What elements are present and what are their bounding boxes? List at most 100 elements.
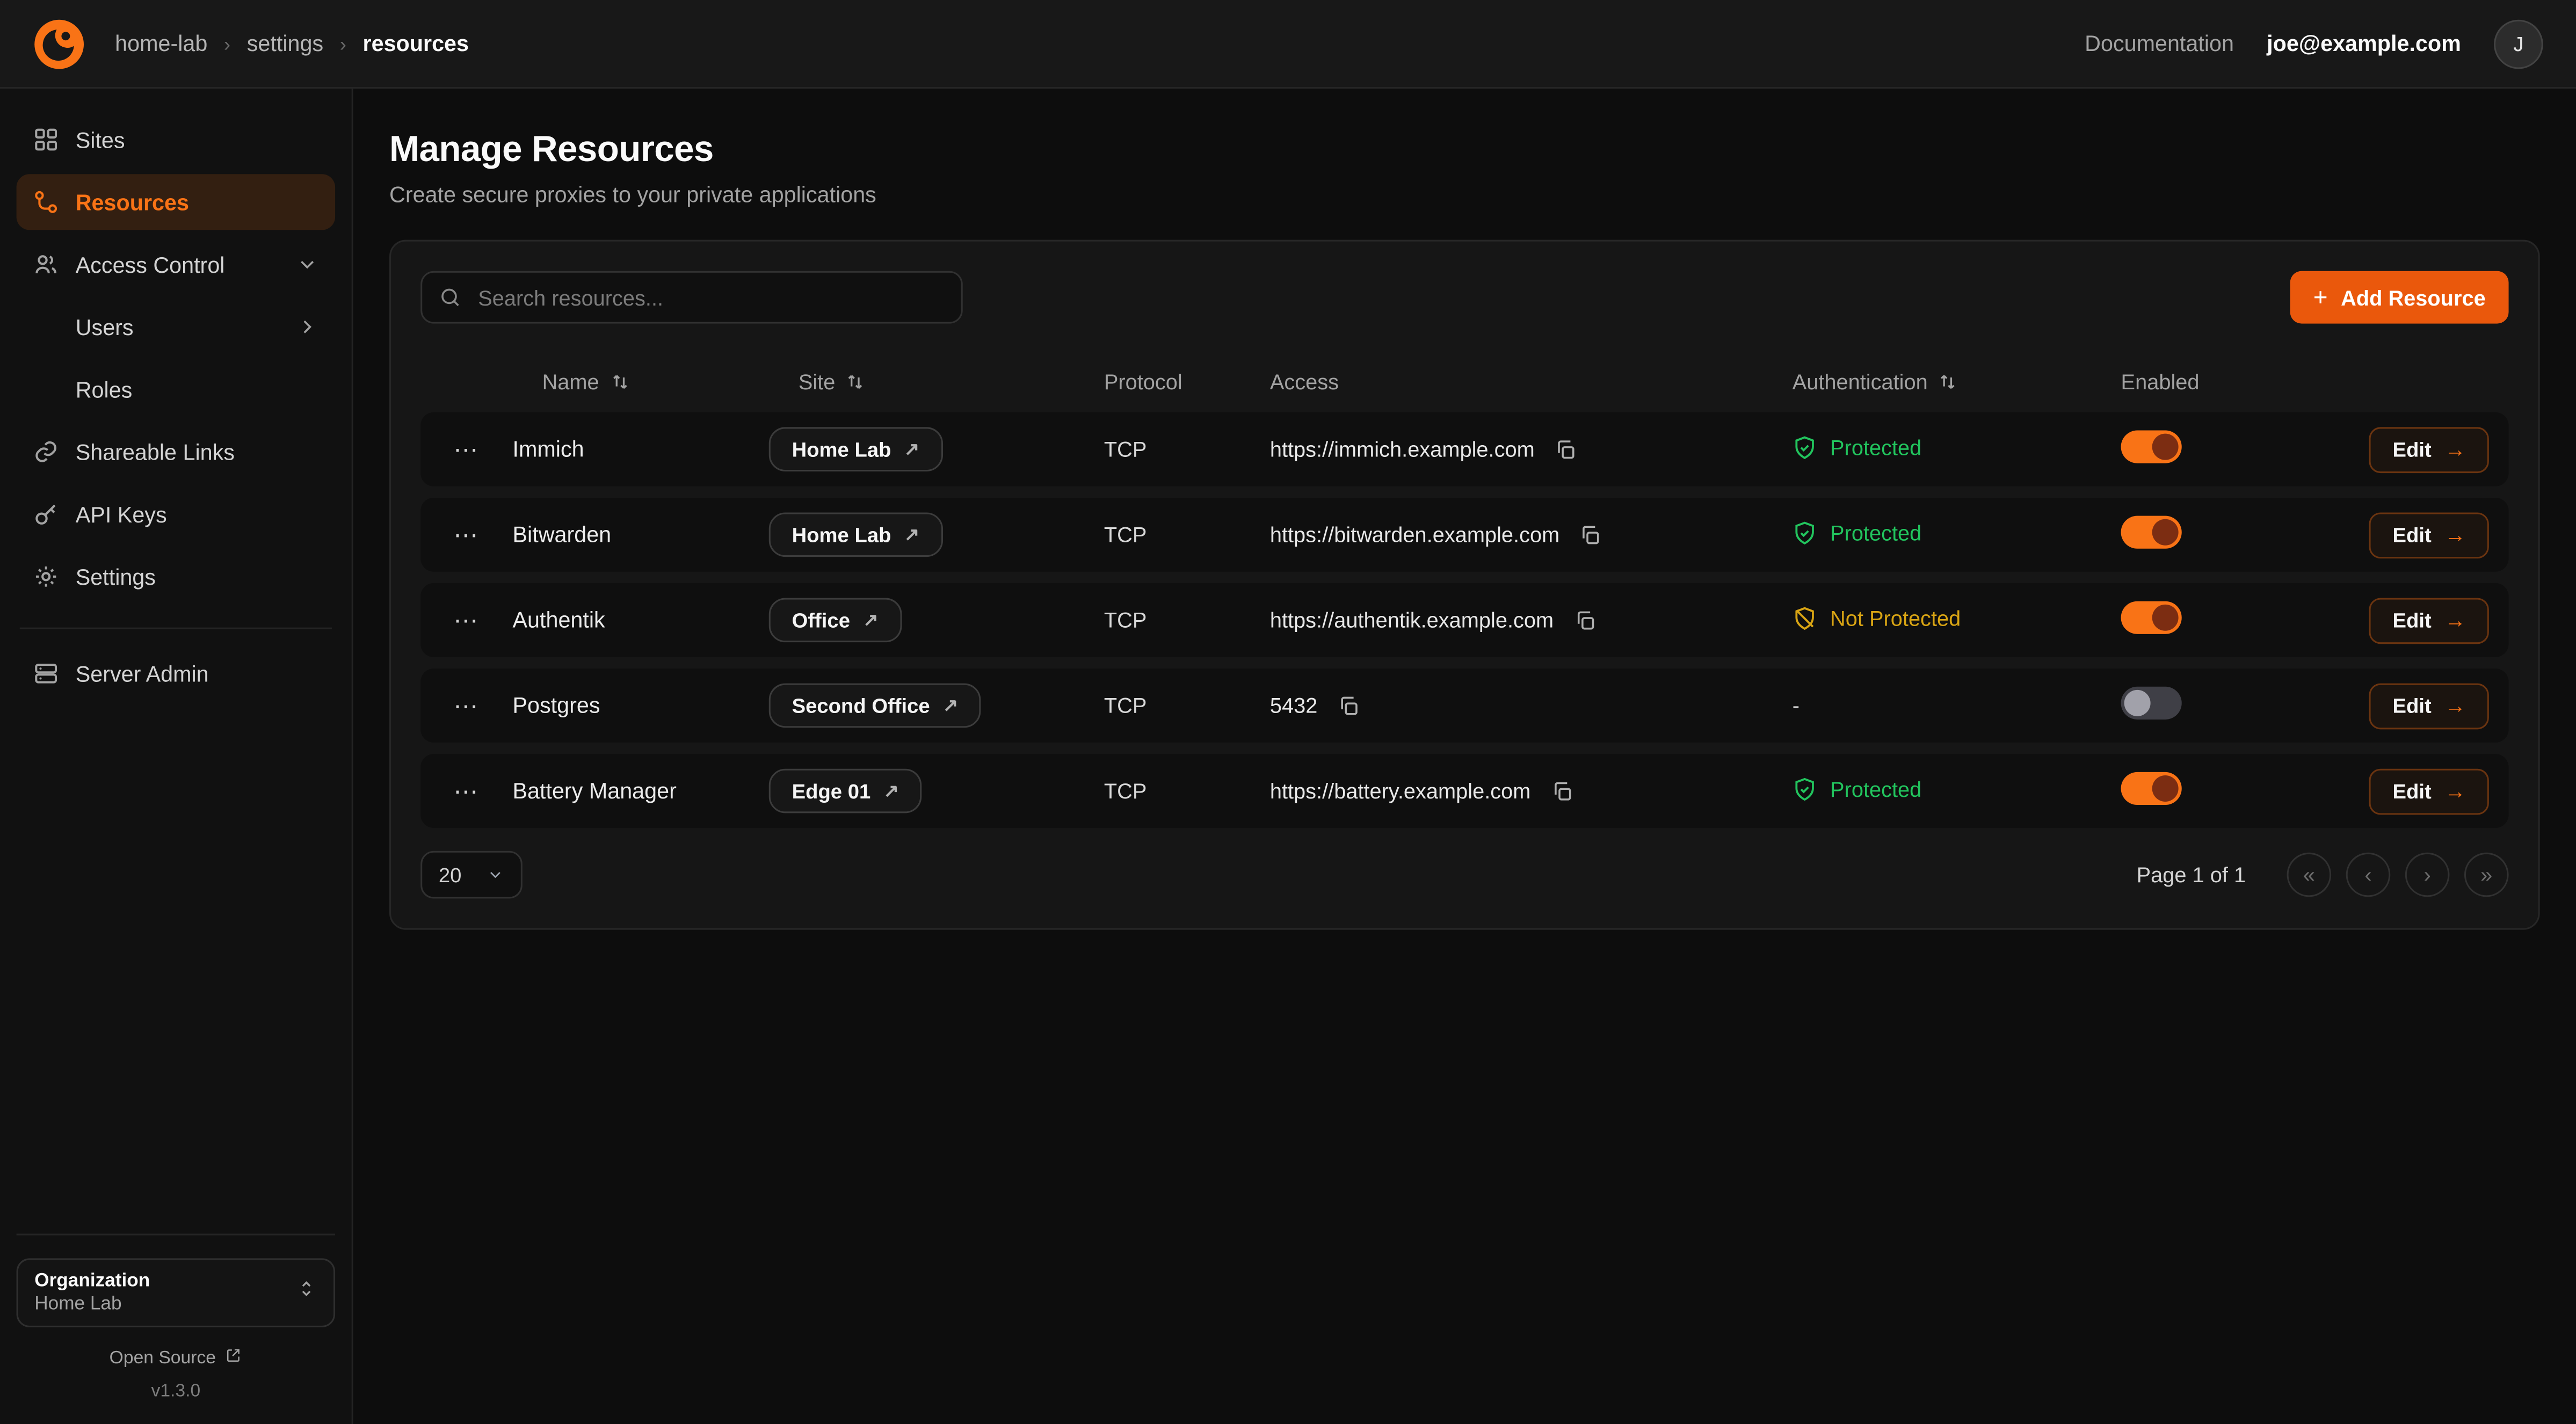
user-avatar[interactable]: J <box>2494 19 2543 68</box>
shield-off-icon <box>1793 605 1817 630</box>
page-size-select[interactable]: 20 <box>420 851 523 899</box>
last-page-button[interactable]: » <box>2464 853 2509 897</box>
site-link-button[interactable]: Office ↗ <box>769 598 902 643</box>
sidebar-item-settings[interactable]: Settings <box>17 549 336 605</box>
sidebar-item-api-keys[interactable]: API Keys <box>17 486 336 542</box>
resources-card: + Add Resource Name Site <box>389 240 2540 930</box>
resources-icon <box>33 189 59 215</box>
sidebar-item-server-admin[interactable]: Server Admin <box>17 645 336 701</box>
resource-protocol: TCP <box>1104 779 1270 803</box>
copy-icon[interactable] <box>1576 520 1606 549</box>
auth-status: - <box>1793 693 1799 718</box>
column-header-protocol: Protocol <box>1104 369 1270 394</box>
page-title: Manage Resources <box>389 128 2540 171</box>
open-source-link[interactable]: Open Source <box>17 1347 336 1369</box>
key-icon <box>33 501 59 527</box>
table-row: ⋯ Authentik Office ↗ TCP https://authent… <box>420 583 2508 657</box>
sidebar-item-access-control[interactable]: Access Control <box>17 237 336 293</box>
external-link-icon: ↗ <box>904 524 919 546</box>
auth-status-label: - <box>1793 693 1799 718</box>
server-icon <box>33 660 59 687</box>
resource-name: Authentik <box>513 608 769 633</box>
auth-status-label: Protected <box>1830 434 1921 459</box>
auth-status: Protected <box>1793 520 1922 544</box>
sidebar-item-resources[interactable]: Resources <box>17 174 336 230</box>
enabled-toggle[interactable] <box>2121 687 2182 720</box>
edit-button[interactable]: Edit → <box>2370 768 2489 814</box>
auth-status: Not Protected <box>1793 605 1961 630</box>
card-toolbar: + Add Resource <box>420 271 2508 324</box>
breadcrumb-separator: › <box>224 32 230 55</box>
organization-selector[interactable]: Organization Home Lab <box>17 1258 336 1327</box>
chevron-right-icon <box>296 315 319 338</box>
version-label: v1.3.0 <box>17 1382 336 1401</box>
arrow-right-icon: → <box>2444 608 2466 633</box>
copy-icon[interactable] <box>1334 691 1363 720</box>
copy-icon[interactable] <box>1570 605 1600 635</box>
add-resource-button[interactable]: + Add Resource <box>2290 271 2509 324</box>
sort-icon <box>609 370 630 392</box>
resource-name: Bitwarden <box>513 522 769 547</box>
external-link-icon: ↗ <box>904 439 919 460</box>
site-link-button[interactable]: Home Lab ↗ <box>769 513 942 557</box>
copy-icon[interactable] <box>1551 434 1580 464</box>
arrow-right-icon: → <box>2444 437 2466 462</box>
topbar: home-lab › settings › resources Document… <box>0 0 2576 89</box>
edit-button[interactable]: Edit → <box>2370 426 2489 473</box>
organization-label: Organization <box>34 1272 282 1291</box>
column-header-authentication[interactable]: Authentication <box>1793 369 2121 394</box>
user-email[interactable]: joe@example.com <box>2267 31 2461 56</box>
documentation-link[interactable]: Documentation <box>2085 31 2234 56</box>
edit-button[interactable]: Edit → <box>2370 682 2489 729</box>
sort-icon <box>845 370 867 392</box>
sidebar-item-users[interactable]: Users <box>17 299 336 355</box>
site-link-button[interactable]: Second Office ↗ <box>769 684 981 728</box>
breadcrumb-resources[interactable]: resources <box>363 31 469 56</box>
first-page-button[interactable]: « <box>2287 853 2332 897</box>
resource-protocol: TCP <box>1104 437 1270 462</box>
sidebar: Sites Resources Access Control Users <box>0 89 353 1424</box>
organization-value: Home Lab <box>34 1295 282 1314</box>
arrow-right-icon: → <box>2444 522 2466 547</box>
row-menu-button[interactable]: ⋯ <box>447 769 486 812</box>
row-menu-button[interactable]: ⋯ <box>447 513 486 556</box>
shield-check-icon <box>1793 434 1817 459</box>
enabled-toggle[interactable] <box>2121 431 2182 463</box>
next-page-button[interactable]: › <box>2405 853 2450 897</box>
site-link-button[interactable]: Edge 01 ↗ <box>769 769 922 813</box>
site-link-button[interactable]: Home Lab ↗ <box>769 427 942 471</box>
table-row: ⋯ Immich Home Lab ↗ TCP https://immich.e… <box>420 412 2508 486</box>
sidebar-item-roles[interactable]: Roles <box>17 361 336 417</box>
row-menu-button[interactable]: ⋯ <box>447 684 486 727</box>
breadcrumb-org[interactable]: home-lab <box>115 31 207 56</box>
pagination: Page 1 of 1 « ‹ › » <box>2137 853 2509 897</box>
users-icon <box>33 251 59 278</box>
sidebar-item-shareable-links[interactable]: Shareable Links <box>17 424 336 479</box>
row-menu-button[interactable]: ⋯ <box>447 428 486 471</box>
search-input[interactable] <box>475 284 945 311</box>
enabled-toggle[interactable] <box>2121 516 2182 549</box>
edit-button[interactable]: Edit → <box>2370 512 2489 558</box>
page-subtitle: Create secure proxies to your private ap… <box>389 183 2540 207</box>
copy-icon[interactable] <box>1547 776 1577 806</box>
column-header-site[interactable]: Site <box>769 369 1104 394</box>
table-body: ⋯ Immich Home Lab ↗ TCP https://immich.e… <box>420 412 2508 828</box>
search-box <box>420 271 963 324</box>
column-header-name[interactable]: Name <box>513 369 769 394</box>
row-menu-button[interactable]: ⋯ <box>447 599 486 642</box>
sidebar-footer: Organization Home Lab Open Source v1.3.0 <box>17 1234 336 1401</box>
enabled-toggle[interactable] <box>2121 772 2182 805</box>
resource-access-url: https://authentik.example.com <box>1270 608 1554 633</box>
column-header-enabled: Enabled <box>2121 369 2354 394</box>
arrow-right-icon: → <box>2444 779 2466 803</box>
edit-button[interactable]: Edit → <box>2370 597 2489 643</box>
app-logo-icon[interactable] <box>33 17 85 70</box>
enabled-toggle[interactable] <box>2121 601 2182 634</box>
breadcrumb-settings[interactable]: settings <box>247 31 323 56</box>
topbar-right: Documentation joe@example.com J <box>2085 19 2543 68</box>
resource-protocol: TCP <box>1104 693 1270 718</box>
table-header: Name Site Protocol Access Auth <box>420 350 2508 412</box>
previous-page-button[interactable]: ‹ <box>2346 853 2391 897</box>
sidebar-item-sites[interactable]: Sites <box>17 112 336 168</box>
app: home-lab › settings › resources Document… <box>0 0 2576 1424</box>
